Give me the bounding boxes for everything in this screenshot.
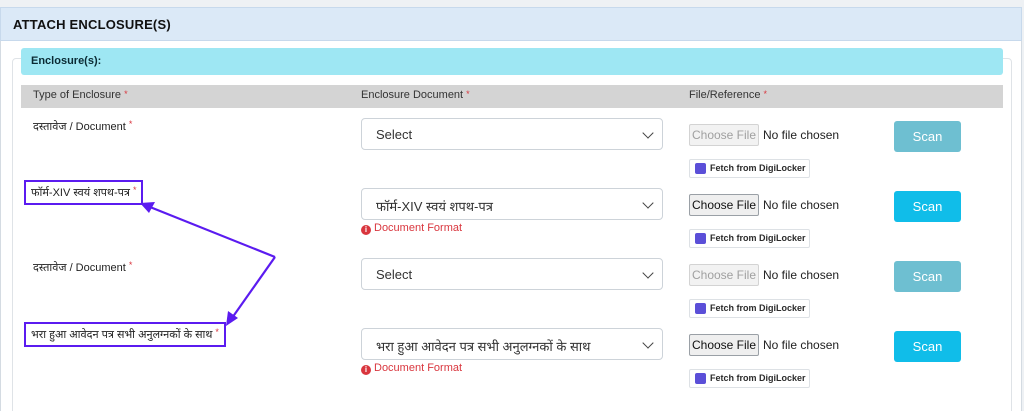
document-select[interactable]: Select	[361, 118, 663, 150]
scan-button[interactable]: Scan	[894, 191, 961, 222]
header-type-text: Type of Enclosure	[33, 89, 122, 101]
type-label: दस्तावेज / Document *	[33, 260, 132, 275]
chevron-down-icon	[642, 127, 654, 139]
digilocker-label: Fetch from DigiLocker	[710, 373, 806, 383]
scan-button[interactable]: Scan	[894, 121, 961, 152]
choose-file-button[interactable]: Choose File	[689, 264, 759, 286]
select-value: फॉर्म-XIV स्वयं शपथ-पत्र	[376, 199, 493, 214]
chevron-down-icon	[642, 267, 654, 279]
document-format-text: Document Format	[374, 222, 463, 234]
type-label-text: दस्तावेज / Document	[33, 121, 126, 133]
type-label-text: फॉर्म-XIV स्वयं शपथ-पत्र	[31, 187, 130, 199]
file-status: No file chosen	[763, 198, 840, 212]
digilocker-icon	[695, 373, 706, 384]
fetch-digilocker-button[interactable]: Fetch from DigiLocker	[689, 299, 810, 318]
chevron-down-icon	[642, 337, 654, 349]
header-document-text: Enclosure Document	[361, 89, 464, 101]
header-type: Type of Enclosure *	[33, 89, 128, 101]
type-label-text: भरा हुआ आवेदन पत्र सभी अनुलग्नकों के साथ	[31, 329, 213, 341]
table-header: Type of Enclosure * Enclosure Document * F…	[21, 85, 1003, 108]
type-label-text: दस्तावेज / Document	[33, 262, 126, 274]
required-marker: *	[763, 89, 768, 99]
fetch-digilocker-button[interactable]: Fetch from DigiLocker	[689, 159, 810, 178]
panel-title: ATTACH ENCLOSURE(S)	[13, 17, 171, 32]
header-document: Enclosure Document *	[361, 89, 470, 101]
choose-file-button[interactable]: Choose File	[689, 334, 759, 356]
panel-header: ATTACH ENCLOSURE(S)	[0, 7, 1022, 41]
document-format-link[interactable]: i Document Format	[361, 222, 462, 235]
header-file: File/Reference *	[689, 89, 767, 101]
select-value: Select	[376, 267, 413, 282]
required-marker: *	[128, 260, 133, 270]
digilocker-label: Fetch from DigiLocker	[710, 163, 806, 173]
section-bar: Enclosure(s):	[21, 48, 1003, 75]
file-status: No file chosen	[763, 128, 840, 142]
scan-button[interactable]: Scan	[894, 331, 961, 362]
type-label: दस्तावेज / Document *	[33, 119, 132, 134]
digilocker-icon	[695, 233, 706, 244]
type-label-highlighted: भरा हुआ आवेदन पत्र सभी अनुलग्नकों के साथ…	[24, 322, 226, 347]
chevron-down-icon	[642, 197, 654, 209]
fetch-digilocker-button[interactable]: Fetch from DigiLocker	[689, 229, 810, 248]
scan-button[interactable]: Scan	[894, 261, 961, 292]
document-format-link[interactable]: i Document Format	[361, 362, 462, 375]
digilocker-label: Fetch from DigiLocker	[710, 233, 806, 243]
document-format-text: Document Format	[374, 362, 463, 374]
required-marker: *	[124, 89, 128, 99]
select-value: भरा हुआ आवेदन पत्र सभी अनुलग्नकों के साथ	[376, 339, 591, 354]
type-label-highlighted: फॉर्म-XIV स्वयं शपथ-पत्र *	[24, 180, 144, 205]
header-file-text: File/Reference	[689, 89, 761, 101]
info-icon: i	[361, 225, 371, 235]
document-select[interactable]: भरा हुआ आवेदन पत्र सभी अनुलग्नकों के साथ	[361, 328, 663, 360]
required-marker: *	[215, 327, 219, 337]
digilocker-icon	[695, 303, 706, 314]
fetch-digilocker-button[interactable]: Fetch from DigiLocker	[689, 369, 810, 388]
choose-file-button[interactable]: Choose File	[689, 124, 759, 146]
select-value: Select	[376, 127, 413, 142]
section-label: Enclosure(s):	[31, 55, 102, 67]
digilocker-icon	[695, 163, 706, 174]
file-status: No file chosen	[763, 268, 840, 282]
info-icon: i	[361, 365, 371, 375]
document-select[interactable]: Select	[361, 258, 663, 290]
required-marker: *	[128, 119, 133, 129]
file-status: No file chosen	[763, 338, 840, 352]
document-select[interactable]: फॉर्म-XIV स्वयं शपथ-पत्र	[361, 188, 663, 220]
required-marker: *	[466, 89, 470, 99]
choose-file-button[interactable]: Choose File	[689, 194, 759, 216]
attach-enclosure-page: ATTACH ENCLOSURE(S) Enclosure(s): Type o…	[0, 0, 1024, 411]
digilocker-label: Fetch from DigiLocker	[710, 303, 806, 313]
required-marker: *	[132, 185, 137, 195]
